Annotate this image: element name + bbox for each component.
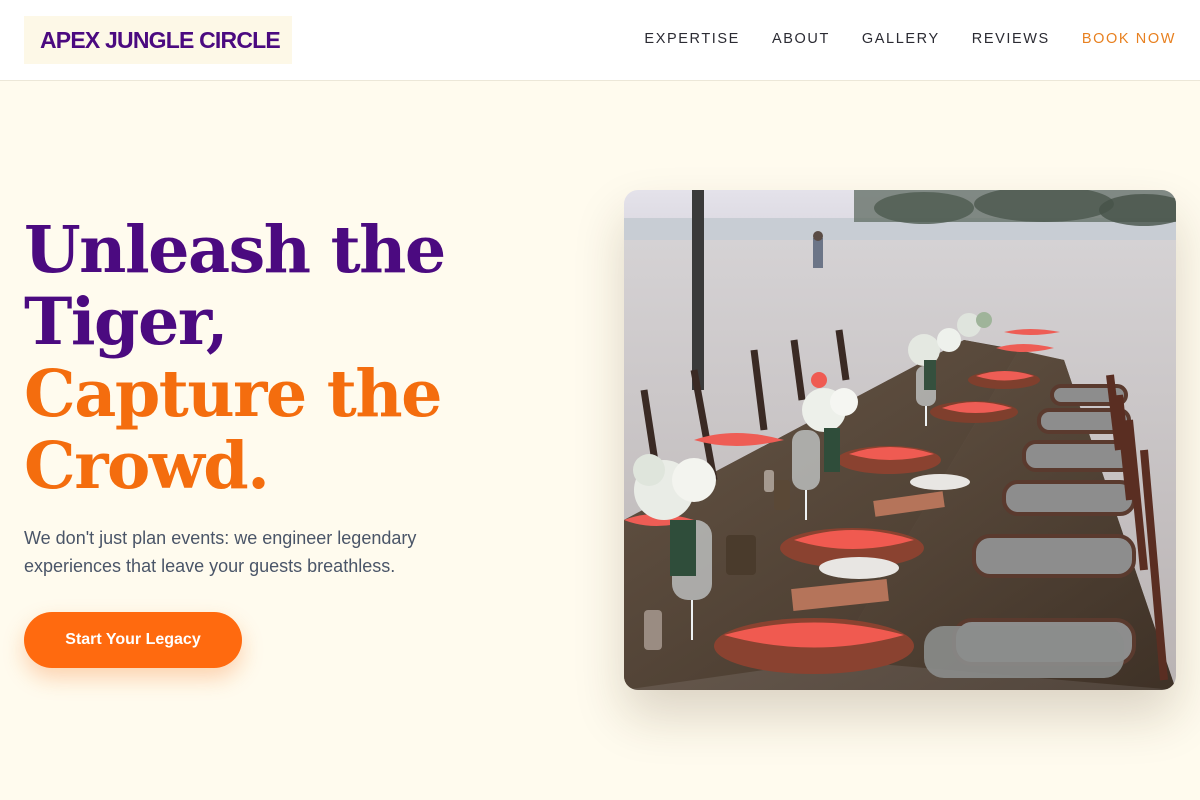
hero-subtitle: We don't just plan events: we engineer l… [24,528,417,576]
nav-link-about[interactable]: ABOUT [772,29,830,49]
hero-image-illustration [624,190,1176,690]
nav-link-gallery[interactable]: GALLERY [862,29,940,49]
brand-logo[interactable]: APEX JUNGLE CIRCLE [24,16,292,64]
hero-title-line-1: Unleash the [24,212,446,288]
nav-link-reviews[interactable]: REVIEWS [972,29,1050,49]
hero-title-line-4: Crowd. [24,428,270,504]
site-header: APEX JUNGLE CIRCLE EXPERTISE ABOUT GALLE… [0,0,1200,81]
main-nav: EXPERTISE ABOUT GALLERY REVIEWS BOOK NOW [644,29,1176,49]
start-your-legacy-button[interactable]: Start Your Legacy [24,612,242,668]
nav-link-book-now[interactable]: BOOK NOW [1082,29,1176,49]
hero-image-beach-dinner-table [624,190,1176,690]
hero-title-line-3: Capture the [24,356,442,432]
hero-title-line-2: Tiger, [24,284,229,360]
nav-link-expertise[interactable]: EXPERTISE [644,29,740,49]
hero-title: Unleash the Tiger, Capture the Crowd. [24,214,584,502]
